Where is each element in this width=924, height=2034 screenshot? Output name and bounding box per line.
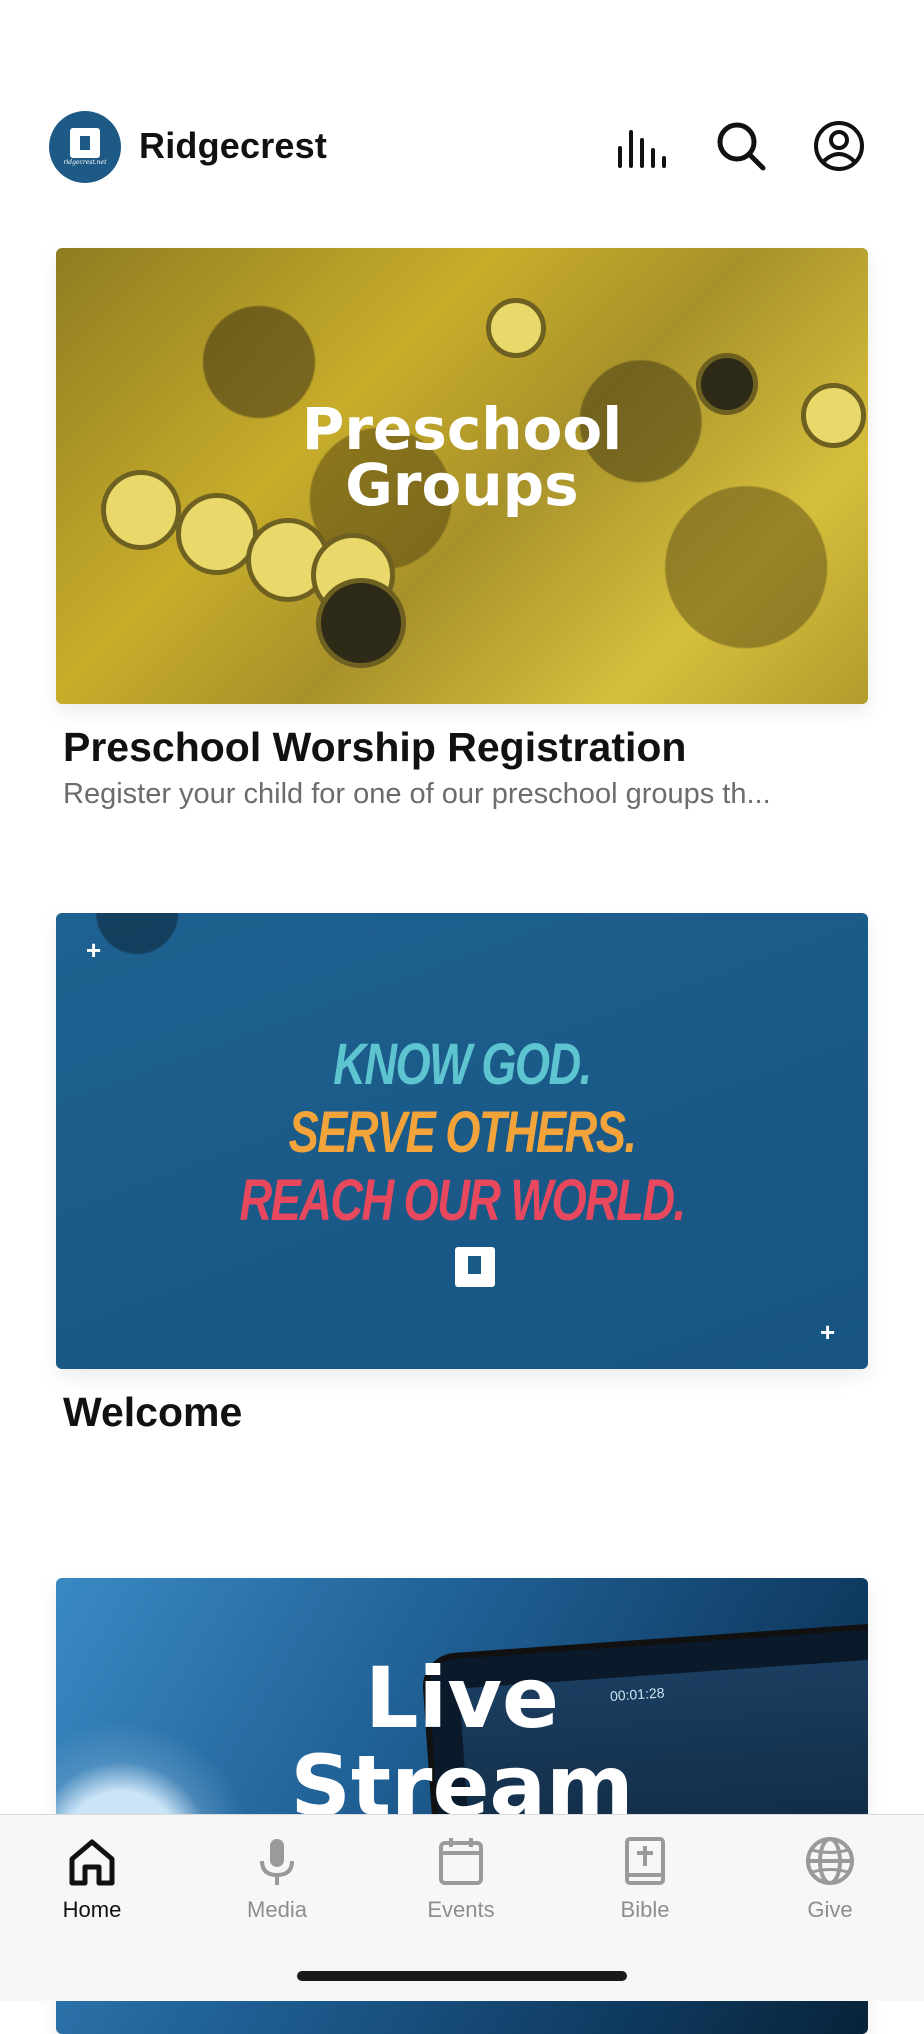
- plus-decoration-icon: +: [820, 1317, 836, 1347]
- home-icon: [69, 1839, 115, 1886]
- church-logo[interactable]: ridgecrest.net: [49, 111, 121, 183]
- logo-mark-icon: [70, 128, 100, 158]
- welcome-image[interactable]: + + KNOW GOD. SERVE OTHERS. REACH OUR WO…: [56, 913, 868, 1369]
- card-welcome[interactable]: + + KNOW GOD. SERVE OTHERS. REACH OUR WO…: [56, 913, 868, 1435]
- tab-label: Home: [62, 1897, 122, 1922]
- card-preschool-registration[interactable]: Preschool Groups Preschool Worship Regis…: [56, 248, 868, 810]
- card-title: Preschool Worship Registration: [63, 724, 687, 770]
- bible-icon: [625, 1837, 665, 1885]
- microphone-icon: [260, 1839, 294, 1885]
- tab-give[interactable]: Give: [760, 1833, 900, 1923]
- tab-label: Give: [807, 1897, 853, 1922]
- plus-decoration-icon: +: [86, 935, 102, 965]
- tab-label: Events: [427, 1897, 495, 1922]
- preschool-caption-line1: Preschool: [301, 395, 623, 463]
- globe-icon: [806, 1837, 854, 1885]
- app-title: Ridgecrest: [139, 125, 328, 166]
- audio-bars-icon[interactable]: [614, 118, 670, 174]
- paint-cup-decoration: [316, 578, 406, 668]
- preschool-caption-line2: Groups: [345, 451, 579, 519]
- motto-line-reach-world: REACH OUR WORLD.: [239, 1168, 686, 1233]
- tab-events[interactable]: Events: [391, 1833, 531, 1923]
- search-icon[interactable]: [713, 118, 769, 174]
- tab-home[interactable]: Home: [22, 1833, 162, 1923]
- motto-line-know-god: KNOW GOD.: [333, 1032, 592, 1097]
- preschool-groups-image[interactable]: Preschool Groups: [56, 248, 868, 704]
- live-caption-line1: Live: [364, 1649, 560, 1747]
- card-title: Welcome: [63, 1389, 243, 1435]
- calendar-icon: [439, 1838, 483, 1885]
- tab-media[interactable]: Media: [207, 1833, 347, 1923]
- app-header: ridgecrest.net Ridgecrest: [0, 0, 924, 220]
- logo-url-text: ridgecrest.net: [63, 159, 107, 166]
- motto-line-serve-others: SERVE OTHERS.: [288, 1100, 637, 1165]
- home-indicator[interactable]: [297, 1971, 627, 1981]
- paint-cup-decoration: [486, 298, 546, 358]
- tab-bible[interactable]: Bible: [575, 1833, 715, 1923]
- tab-label: Bible: [620, 1897, 670, 1922]
- tab-label: Media: [247, 1897, 307, 1922]
- ridgecrest-mark-icon: [455, 1247, 495, 1287]
- profile-icon[interactable]: [811, 118, 867, 174]
- card-subtitle: Register your child for one of our presc…: [63, 778, 771, 810]
